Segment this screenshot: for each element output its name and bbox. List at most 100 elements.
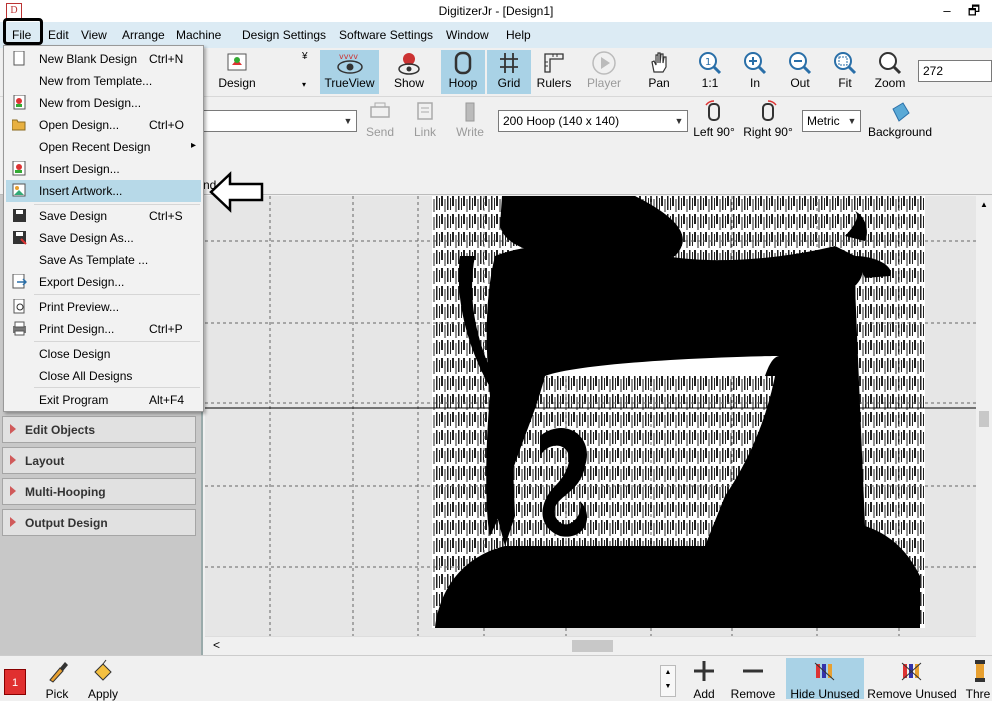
menu-item-new-blank-design[interactable]: New Blank Design Ctrl+N bbox=[6, 48, 201, 70]
section-label: Layout bbox=[25, 454, 65, 468]
units-select[interactable]: Metric ▼ bbox=[802, 110, 861, 132]
remove-color-button[interactable]: Remove bbox=[728, 658, 778, 701]
horizontal-scroll-thumb[interactable] bbox=[572, 640, 613, 652]
printer-icon bbox=[13, 321, 26, 336]
menu-help[interactable]: Help bbox=[506, 28, 531, 42]
menu-item-insert-artwork[interactable]: Insert Artwork... bbox=[6, 180, 201, 202]
menu-arrange[interactable]: Arrange bbox=[122, 28, 165, 42]
add-color-button[interactable]: Add bbox=[684, 658, 724, 701]
menu-item-export-design[interactable]: Export Design... bbox=[6, 271, 201, 293]
rotate-left-icon bbox=[705, 100, 720, 121]
menu-item-label: Insert Design... bbox=[39, 162, 120, 176]
hide-unused-button[interactable]: Hide Unused bbox=[786, 658, 864, 701]
insert-artwork-icon bbox=[12, 183, 26, 197]
zoom-out-button[interactable]: Out bbox=[778, 50, 822, 94]
zoom-value-input[interactable]: 272 bbox=[918, 60, 992, 82]
pick-button[interactable]: Pick bbox=[40, 658, 74, 701]
menu-item-new-from-template[interactable]: New from Template... bbox=[6, 70, 201, 92]
pan-button[interactable]: Pan bbox=[637, 50, 681, 94]
minimize-button[interactable]: ‒ bbox=[937, 2, 957, 20]
file-menu-dropdown: New Blank Design Ctrl+N New from Templat… bbox=[3, 45, 204, 412]
restore-button[interactable]: 🗗 bbox=[964, 2, 984, 20]
design-name-dropdown[interactable]: ▼ bbox=[200, 110, 357, 132]
trueview-button[interactable]: vvvv TrueView bbox=[320, 50, 379, 94]
menu-item-insert-design[interactable]: Insert Design... bbox=[6, 158, 201, 180]
expand-arrow-icon bbox=[10, 424, 16, 434]
menu-item-save-as-template[interactable]: Save As Template ... bbox=[6, 249, 201, 271]
remove-unused-button[interactable]: Remove Unused bbox=[866, 658, 958, 701]
section-layout[interactable]: Layout bbox=[2, 447, 196, 474]
write-button[interactable]: Write bbox=[452, 99, 488, 143]
design-canvas[interactable] bbox=[205, 196, 976, 636]
apply-button[interactable]: Apply bbox=[84, 658, 122, 701]
menu-window[interactable]: Window bbox=[446, 28, 489, 42]
canvas-artwork bbox=[205, 196, 976, 636]
section-label: Multi-Hooping bbox=[25, 485, 106, 499]
menu-item-label: Open Design... bbox=[39, 118, 120, 132]
menu-software-settings[interactable]: Software Settings bbox=[339, 28, 433, 42]
section-multi-hooping[interactable]: Multi-Hooping bbox=[2, 478, 196, 505]
menu-item-open-recent-design[interactable]: Open Recent Design ▸ bbox=[6, 136, 201, 158]
thread-button[interactable]: Thre bbox=[964, 658, 992, 699]
add-label: Add bbox=[693, 687, 715, 701]
minus-icon bbox=[743, 669, 763, 673]
vertical-scroll-thumb[interactable] bbox=[979, 411, 989, 427]
menu-item-exit-program[interactable]: Exit Program Alt+F4 bbox=[6, 389, 201, 411]
export-icon bbox=[12, 274, 27, 289]
hoop-label: Hoop bbox=[448, 76, 478, 90]
paint-bucket-icon bbox=[94, 659, 112, 681]
send-button[interactable]: Send bbox=[362, 99, 398, 143]
scroll-left-icon[interactable]: < bbox=[213, 638, 220, 652]
menu-design-settings[interactable]: Design Settings bbox=[242, 28, 326, 42]
section-edit-objects[interactable]: Edit Objects bbox=[2, 416, 196, 443]
background-button[interactable]: Background bbox=[864, 99, 936, 143]
menu-item-print-design[interactable]: Print Design... Ctrl+P bbox=[6, 318, 201, 340]
expand-arrow-icon bbox=[10, 517, 16, 527]
menu-item-label: Close Design bbox=[39, 347, 111, 361]
scroll-up-icon[interactable]: ▲ bbox=[980, 200, 988, 209]
blank-page-icon bbox=[13, 51, 25, 66]
rotate-left-button[interactable]: Left 90° bbox=[692, 99, 736, 143]
menu-item-close-design[interactable]: Close Design bbox=[6, 343, 201, 365]
menu-item-label: Open Recent Design bbox=[39, 140, 151, 154]
zoom-fit-button[interactable]: Fit bbox=[823, 50, 867, 94]
menu-item-close-all-designs[interactable]: Close All Designs bbox=[6, 365, 201, 387]
menu-view[interactable]: View bbox=[81, 28, 107, 42]
grid-label: Grid bbox=[497, 76, 521, 90]
grid-icon bbox=[500, 53, 518, 73]
grid-button[interactable]: Grid bbox=[487, 50, 531, 94]
zoom-in-icon bbox=[744, 52, 767, 75]
rulers-button[interactable]: Rulers bbox=[533, 50, 575, 94]
menu-item-save-design[interactable]: Save Design Ctrl+S bbox=[6, 205, 201, 227]
design-dropdown-icon[interactable]: ▾ bbox=[302, 80, 306, 89]
menu-item-print-preview[interactable]: Print Preview... bbox=[6, 296, 201, 318]
show-label: Show bbox=[393, 76, 425, 90]
design-button[interactable]: Design bbox=[213, 50, 261, 94]
menu-item-new-from-design[interactable]: New from Design... bbox=[6, 92, 201, 114]
zoom-out-icon bbox=[789, 52, 812, 75]
horizontal-scrollbar[interactable]: < bbox=[205, 636, 976, 655]
player-button[interactable]: Player bbox=[583, 50, 625, 94]
show-button[interactable]: Show bbox=[384, 50, 434, 94]
rotate-right-button[interactable]: Right 90° bbox=[743, 99, 793, 143]
menu-item-label: Save As Template ... bbox=[39, 253, 149, 267]
section-output-design[interactable]: Output Design bbox=[2, 509, 196, 536]
link-button[interactable]: Link bbox=[407, 99, 443, 143]
menu-item-save-design-as[interactable]: Save Design As... bbox=[6, 227, 201, 249]
hoop-select[interactable]: 200 Hoop (140 x 140) ▼ bbox=[498, 110, 688, 132]
window-title: DigitizerJr - [Design1] bbox=[438, 4, 554, 18]
toolbar-overflow-icon[interactable]: ¥ bbox=[302, 51, 308, 62]
vertical-scrollbar[interactable]: ▲ bbox=[976, 196, 992, 636]
send-machine-icon bbox=[370, 102, 390, 118]
menu-item-open-design[interactable]: Open Design... Ctrl+O bbox=[6, 114, 201, 136]
menu-edit[interactable]: Edit bbox=[48, 28, 69, 42]
apply-label: Apply bbox=[87, 687, 119, 701]
menu-machine[interactable]: Machine bbox=[176, 28, 221, 42]
zoom-button[interactable]: Zoom bbox=[868, 50, 912, 94]
color-stepper[interactable]: ▲ ▼ bbox=[660, 665, 676, 697]
rotate-right-icon bbox=[762, 100, 777, 121]
zoom-in-button[interactable]: In bbox=[733, 50, 777, 94]
hoop-button[interactable]: Hoop bbox=[441, 50, 485, 94]
current-color-swatch[interactable]: 1 bbox=[4, 669, 26, 695]
zoom-1to1-button[interactable]: 1 1:1 bbox=[688, 50, 732, 94]
